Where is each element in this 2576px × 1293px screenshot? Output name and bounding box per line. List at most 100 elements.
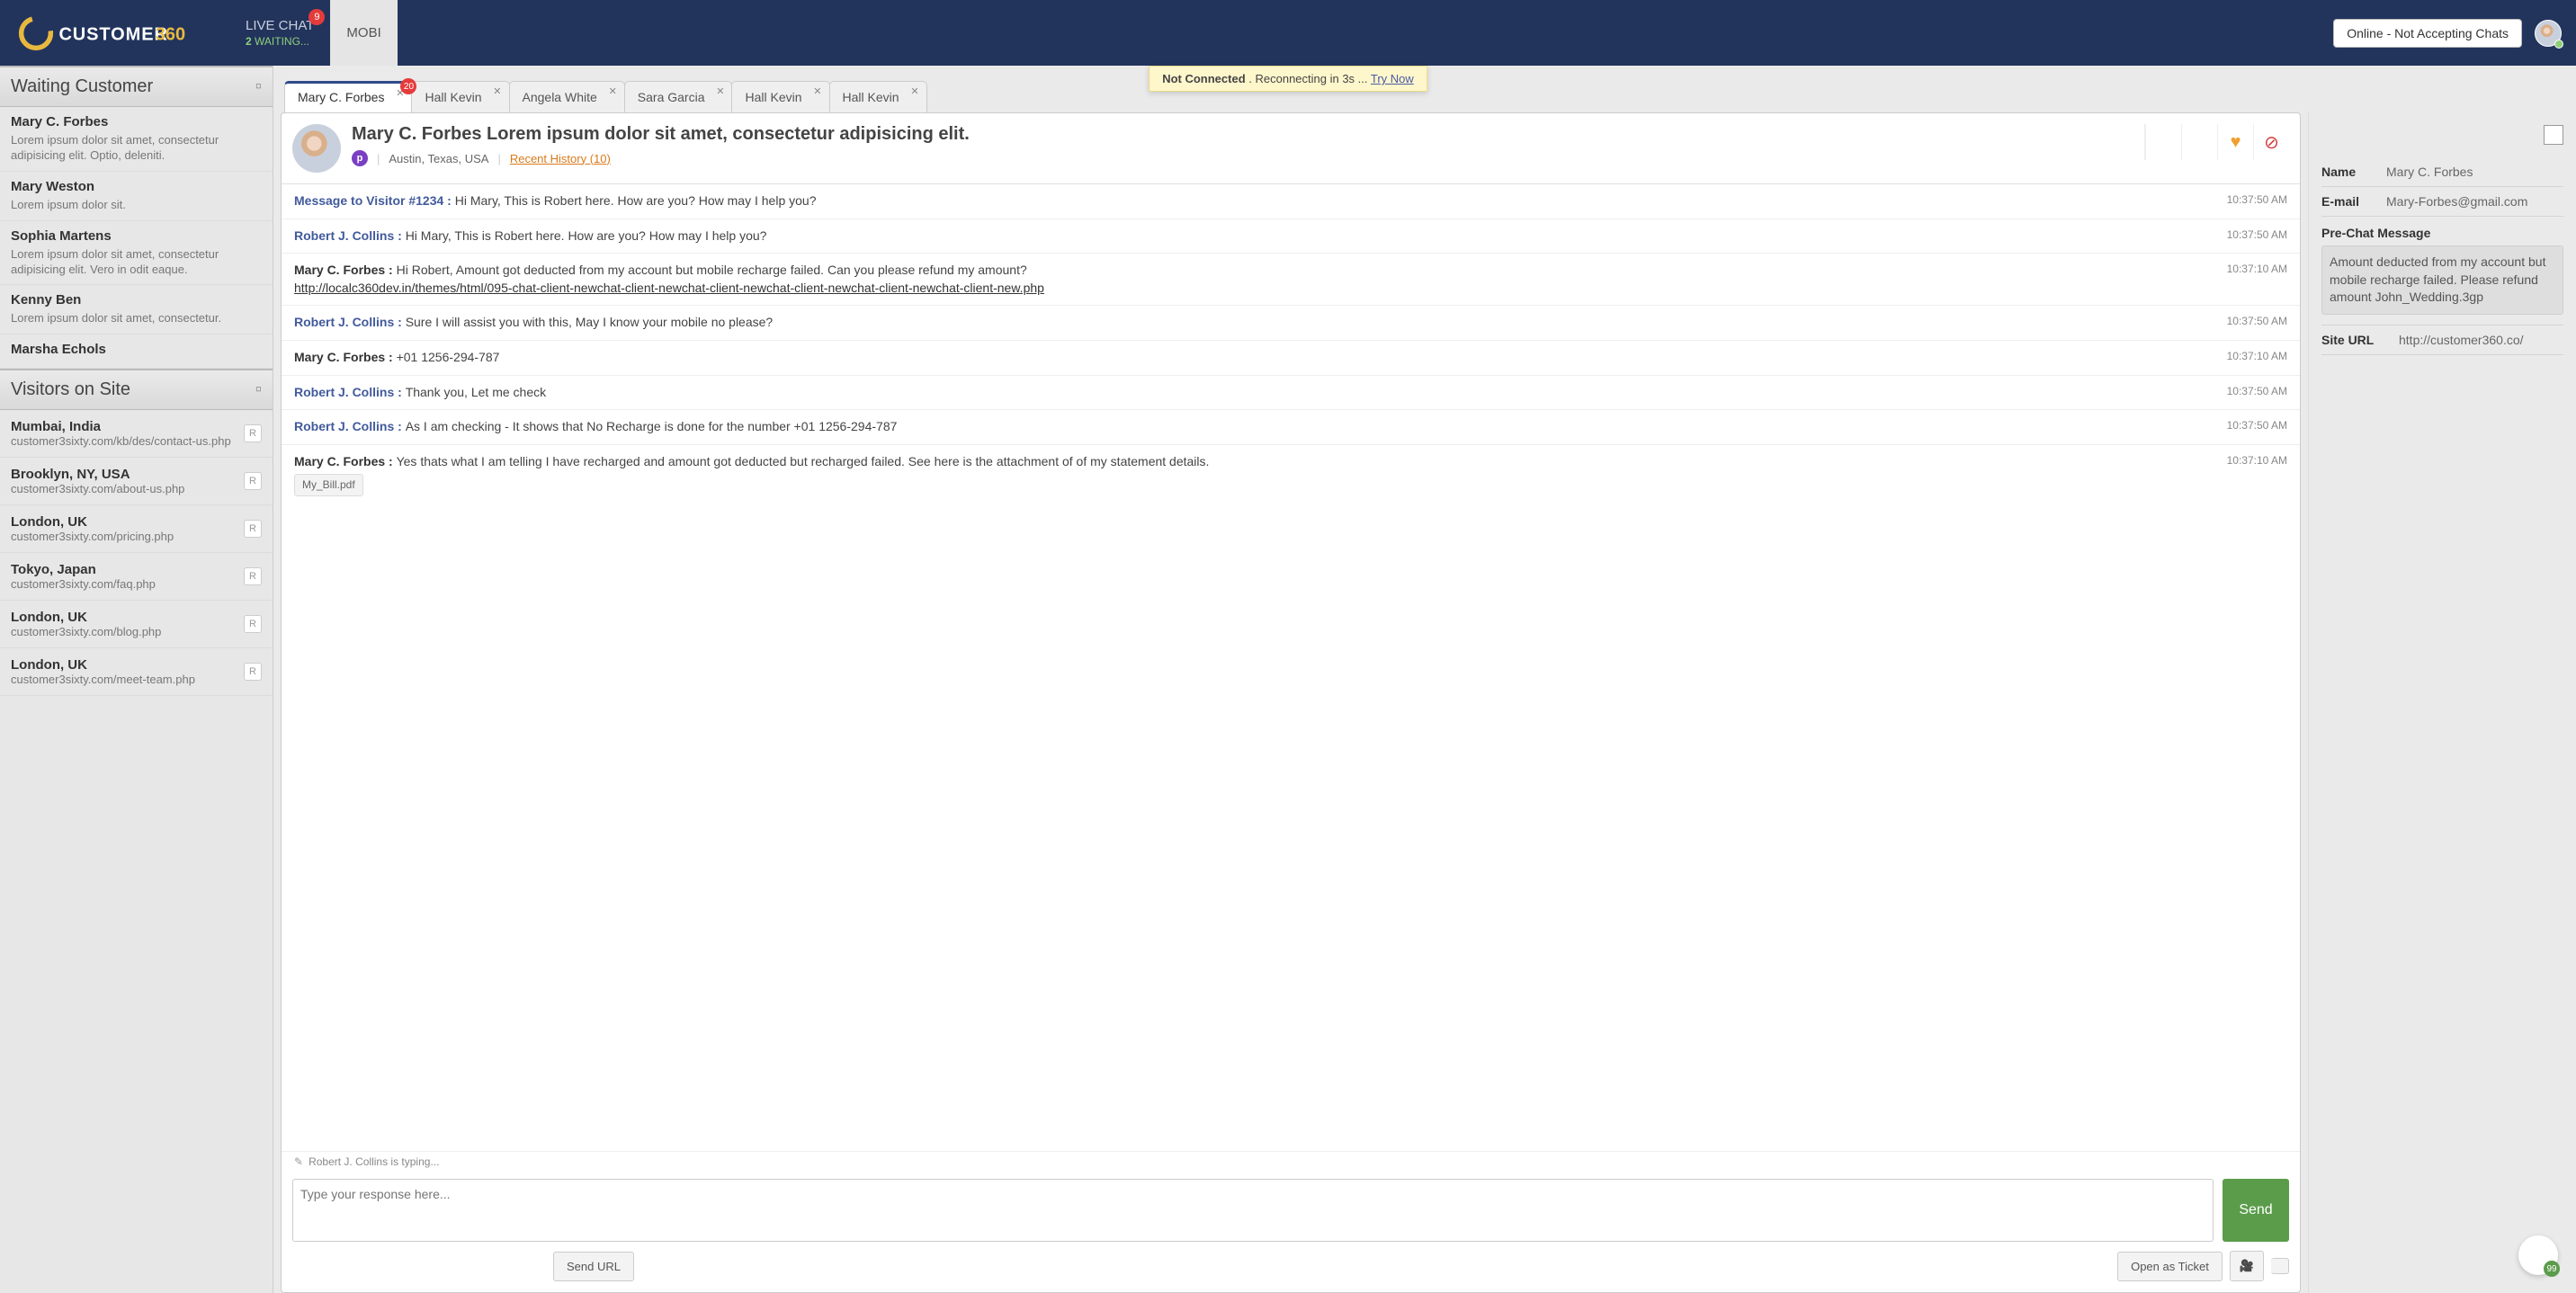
message-sender: Robert J. Collins : <box>294 419 406 433</box>
chat-message: Mary C. Forbes : Hi Robert, Amount got d… <box>282 253 2300 305</box>
agent-avatar[interactable] <box>2535 20 2562 47</box>
chat-area: Mary C. Forbes Lorem ipsum dolor sit ame… <box>273 112 2576 1293</box>
message-link[interactable]: http://localc360dev.in/themes/html/095-c… <box>294 281 1044 295</box>
visitor-url: customer3sixty.com/about-us.php <box>11 482 237 495</box>
tab-label: Hall Kevin <box>843 90 899 104</box>
detail-label: Site URL <box>2321 333 2399 347</box>
chat-tab[interactable]: Mary C. Forbes✕20 <box>284 81 412 112</box>
message-sender: Robert J. Collins : <box>294 315 406 329</box>
minimize-panel-button[interactable] <box>2544 125 2563 145</box>
open-as-ticket-button[interactable]: Open as Ticket <box>2117 1252 2223 1281</box>
message-sender: Mary C. Forbes : <box>294 350 397 364</box>
waiting-customer-item[interactable]: Mary C. Forbes Lorem ipsum dolor sit amet… <box>0 107 273 172</box>
customer-name: Mary Weston <box>11 179 262 194</box>
chat-tab[interactable]: Hall Kevin ✕ <box>411 81 509 112</box>
favorite-button[interactable]: ♥ <box>2217 124 2253 160</box>
chat-message: Robert J. Collins : Thank you, Let me ch… <box>282 375 2300 410</box>
close-tab-icon[interactable]: ✕ <box>910 85 918 97</box>
visitor-item[interactable]: London, UKcustomer3sixty.com/meet-team.p… <box>0 648 273 696</box>
visitor-url: customer3sixty.com/kb/des/contact-us.php <box>11 434 237 448</box>
tab-label: Angela White <box>523 90 597 104</box>
chat-tab[interactable]: Sara Garcia✕ <box>624 81 733 112</box>
customer-desc: Lorem ipsum dolor sit amet, consectetur … <box>11 133 262 164</box>
nav-tab-mobi[interactable]: MOBI <box>330 0 397 66</box>
message-time: 10:37:50 AM <box>2188 314 2287 332</box>
nav-tab-live-chat[interactable]: 9 LIVE CHAT 2 Waiting... <box>229 0 330 66</box>
visitor-location: London, UK <box>11 610 237 625</box>
message-time: 10:37:50 AM <box>2188 227 2287 245</box>
online-status-button[interactable]: Online - Not Accepting Chats <box>2333 19 2522 48</box>
detail-value: Mary-Forbes@gmail.com <box>2386 194 2563 209</box>
message-attachment[interactable]: My_Bill.pdf <box>294 474 363 496</box>
block-button[interactable]: ⊘ <box>2253 124 2289 160</box>
waiting-customer-item[interactable]: Kenny BenLorem ipsum dolor sit amet, con… <box>0 285 273 334</box>
close-tab-icon[interactable]: ✕ <box>813 85 821 97</box>
visitors-on-site-header[interactable]: Visitors on Site ▫ <box>0 369 273 410</box>
close-tab-icon[interactable]: ✕ <box>716 85 724 97</box>
conversation-heading: Mary C. Forbes Lorem ipsum dolor sit ame… <box>352 124 2133 166</box>
customer-desc: Lorem ipsum dolor sit amet, consectetur … <box>11 247 262 278</box>
waiting-customer-item[interactable]: Sophia MartensLorem ipsum dolor sit amet… <box>0 221 273 286</box>
message-input[interactable] <box>292 1179 2214 1242</box>
sidebar: Waiting Customer ▫ Mary C. Forbes Lorem i… <box>0 66 273 1293</box>
collapse-icon[interactable]: ▫ <box>255 379 262 400</box>
visitor-location: Mumbai, India <box>11 419 237 434</box>
customer360-logo: CUSTOMER 360 <box>18 14 198 52</box>
send-url-button[interactable]: Send URL <box>553 1252 634 1281</box>
priority-badge-icon: p <box>352 150 368 166</box>
recent-history-link[interactable]: Recent History (10) <box>510 152 611 165</box>
message-text: Yes thats what I am telling I have recha… <box>397 454 1210 468</box>
action-blank-2[interactable] <box>2181 124 2217 160</box>
message-text: Hi Robert, Amount got deducted from my a… <box>397 263 1027 277</box>
conversation-title: Mary C. Forbes Lorem ipsum dolor sit ame… <box>352 124 2133 145</box>
visitor-url: customer3sixty.com/faq.php <box>11 577 237 591</box>
message-body: Message to Visitor #1234 : Hi Mary, This… <box>294 192 2188 210</box>
message-time: 10:37:10 AM <box>2188 262 2287 297</box>
visitor-item[interactable]: Tokyo, Japancustomer3sixty.com/faq.phpR <box>0 553 273 601</box>
visitors-list: Mumbai, Indiacustomer3sixty.com/kb/des/c… <box>0 410 273 1293</box>
close-tab-icon[interactable]: ✕ <box>493 85 501 97</box>
message-body: Robert J. Collins : Sure I will assist y… <box>294 314 2188 332</box>
topbar-right: Online - Not Accepting Chats <box>2333 0 2576 66</box>
connection-banner: Not Connected . Reconnecting in 3s ... T… <box>1149 66 1427 92</box>
visitor-item[interactable]: London, UKcustomer3sixty.com/pricing.php… <box>0 505 273 553</box>
message-sender: Mary C. Forbes : <box>294 263 397 277</box>
visitor-item[interactable]: London, UKcustomer3sixty.com/blog.phpR <box>0 601 273 648</box>
returning-badge-icon: R <box>244 615 262 633</box>
tab-label: Hall Kevin <box>425 90 481 104</box>
waiting-customer-header[interactable]: Waiting Customer ▫ <box>0 66 273 107</box>
chat-tab[interactable]: Angela White ✕ <box>509 81 625 112</box>
visitor-location: Tokyo, Japan <box>11 562 237 577</box>
chat-tab[interactable]: Hall Kevin ✕ <box>829 81 927 112</box>
message-time: 10:37:10 AM <box>2188 453 2287 496</box>
collapse-icon[interactable]: ▫ <box>255 76 262 97</box>
send-button[interactable]: Send <box>2223 1179 2289 1242</box>
more-actions-button[interactable] <box>2271 1258 2289 1274</box>
customer-name: Mary C. Forbes <box>11 114 262 129</box>
message-text: Sure I will assist you with this, May I … <box>406 315 774 329</box>
floating-action-button[interactable]: 99 <box>2518 1235 2558 1275</box>
chat-tab[interactable]: Hall Kevin✕ <box>731 81 829 112</box>
visitor-item[interactable]: Brooklyn, NY, USAcustomer3sixty.com/abou… <box>0 458 273 505</box>
visitor-item[interactable]: Mumbai, Indiacustomer3sixty.com/kb/des/c… <box>0 410 273 458</box>
message-sender: Mary C. Forbes : <box>294 454 397 468</box>
visitor-url: customer3sixty.com/pricing.php <box>11 530 237 543</box>
waiting-customer-item[interactable]: Marsha Echols <box>0 334 273 369</box>
visitor-location: London, UK <box>11 657 237 673</box>
try-now-link[interactable]: Try Now <box>1371 72 1414 85</box>
message-sender: Robert J. Collins : <box>294 385 406 399</box>
action-blank-1[interactable] <box>2145 124 2181 160</box>
waiting-customer-item[interactable]: Mary WestonLorem ipsum dolor sit. <box>0 172 273 221</box>
svg-text:360: 360 <box>156 24 185 44</box>
detail-row-email: E-mail Mary-Forbes@gmail.com <box>2321 187 2563 217</box>
typing-indicator: Robert J. Collins is typing... <box>282 1151 2300 1172</box>
conversation-header: Mary C. Forbes Lorem ipsum dolor sit ame… <box>282 113 2300 184</box>
chat-message: Mary C. Forbes : +01 1256-294-78710:37:1… <box>282 340 2300 375</box>
close-tab-icon[interactable]: ✕ <box>609 85 617 97</box>
message-body: Mary C. Forbes : Yes thats what I am tel… <box>294 453 2188 496</box>
returning-badge-icon: R <box>244 472 262 490</box>
message-body: Robert J. Collins : As I am checking - I… <box>294 418 2188 436</box>
logo[interactable]: CUSTOMER 360 <box>0 0 229 66</box>
video-call-button[interactable]: 🎥 <box>2230 1251 2264 1281</box>
section-title: Visitors on Site <box>11 379 130 400</box>
